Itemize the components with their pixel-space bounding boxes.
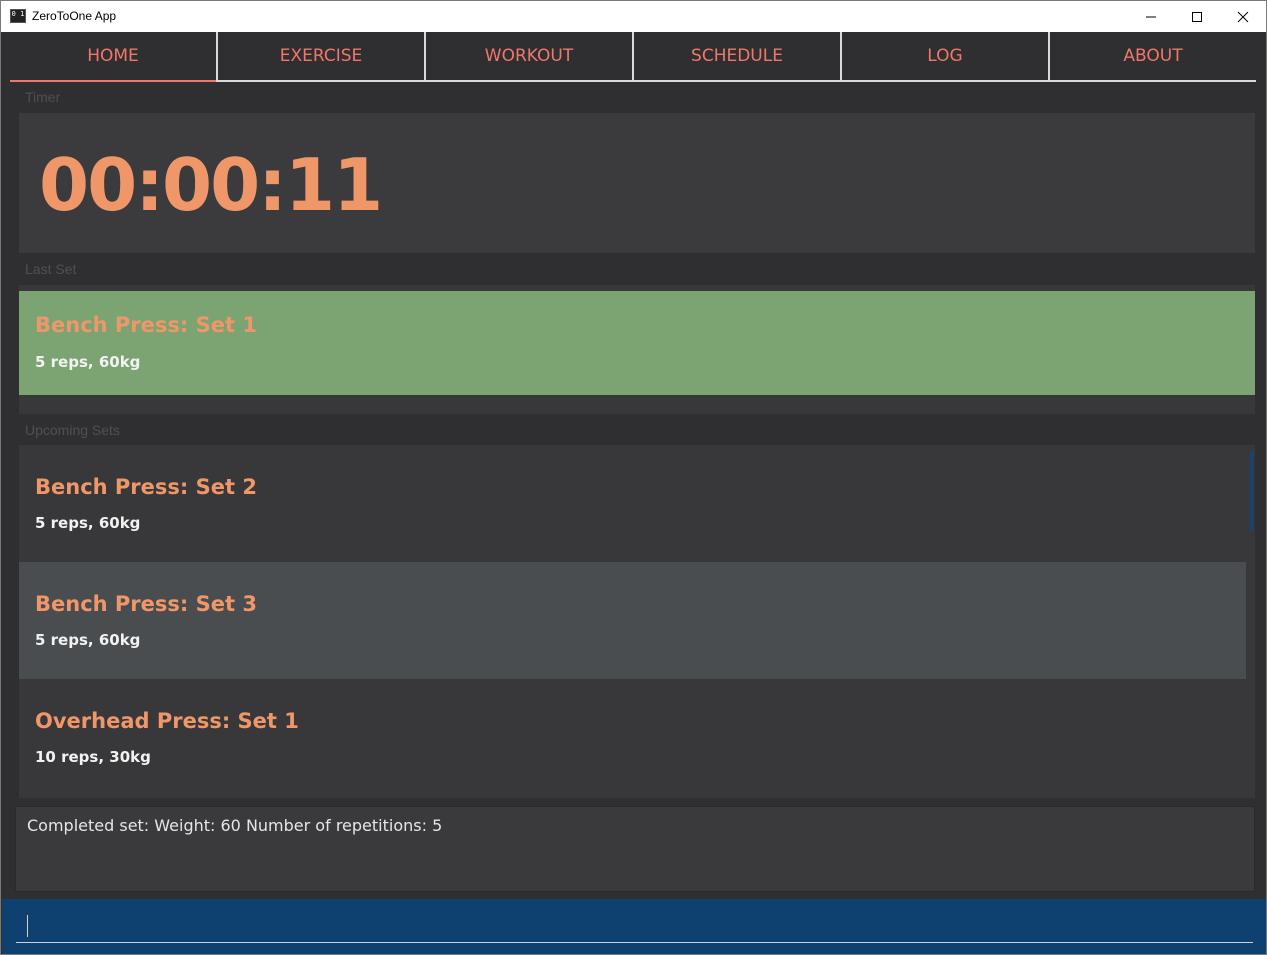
upcoming-sets-list[interactable]: Bench Press: Set 2 5 reps, 60kg Bench Pr… xyxy=(19,445,1255,798)
last-set-card: Bench Press: Set 1 5 reps, 60kg xyxy=(19,291,1255,395)
set-detail: 5 reps, 60kg xyxy=(35,631,141,649)
timer-display: 00:00:11 xyxy=(39,143,383,227)
last-set-panel: Bench Press: Set 1 5 reps, 60kg xyxy=(19,285,1255,414)
title-bar: 0 1 ZeroToOne App xyxy=(1,1,1266,32)
tab-about[interactable]: ABOUT xyxy=(1048,32,1256,82)
last-set-section-label: Last Set xyxy=(25,261,77,277)
list-item[interactable]: Bench Press: Set 2 5 reps, 60kg xyxy=(19,445,1246,562)
result-display: Completed set: Weight: 60 Number of repe… xyxy=(15,806,1255,892)
set-title: Bench Press: Set 2 xyxy=(35,475,257,499)
command-bar xyxy=(2,899,1266,954)
set-detail: 5 reps, 60kg xyxy=(35,514,141,532)
result-text: Completed set: Weight: 60 Number of repe… xyxy=(27,816,443,835)
window-title: ZeroToOne App xyxy=(32,9,117,23)
maximize-button[interactable] xyxy=(1174,1,1220,32)
list-item[interactable]: Bench Press: Set 3 5 reps, 60kg xyxy=(19,562,1246,679)
text-cursor xyxy=(27,915,28,937)
last-set-detail: 5 reps, 60kg xyxy=(35,353,141,371)
timer-panel: 00:00:11 xyxy=(19,113,1255,253)
set-detail: 10 reps, 30kg xyxy=(35,748,151,766)
tab-bar: HOME EXERCISE WORKOUT SCHEDULE LOG ABOUT xyxy=(1,32,1266,82)
command-input[interactable] xyxy=(16,907,1253,943)
set-title: Overhead Press: Set 1 xyxy=(35,709,299,733)
close-icon xyxy=(1237,11,1249,22)
scrollbar[interactable] xyxy=(1250,451,1253,531)
minimize-icon xyxy=(1146,16,1156,17)
tab-workout[interactable]: WORKOUT xyxy=(424,32,632,82)
list-item[interactable]: Overhead Press: Set 1 10 reps, 30kg xyxy=(19,679,1246,796)
app-icon: 0 1 xyxy=(10,9,26,23)
maximize-icon xyxy=(1192,11,1202,22)
timer-section-label: Timer xyxy=(25,89,61,105)
minimize-button[interactable] xyxy=(1128,1,1174,32)
tab-exercise[interactable]: EXERCISE xyxy=(216,32,424,82)
set-title: Bench Press: Set 3 xyxy=(35,592,257,616)
close-button[interactable] xyxy=(1220,1,1266,32)
upcoming-section-label: Upcoming Sets xyxy=(25,422,120,438)
tab-schedule[interactable]: SCHEDULE xyxy=(632,32,840,82)
app-window: 0 1 ZeroToOne App HOME EXERCISE WORKOUT … xyxy=(0,0,1267,955)
tab-home[interactable]: HOME xyxy=(10,32,216,82)
last-set-title: Bench Press: Set 1 xyxy=(35,313,257,337)
tab-log[interactable]: LOG xyxy=(840,32,1048,82)
